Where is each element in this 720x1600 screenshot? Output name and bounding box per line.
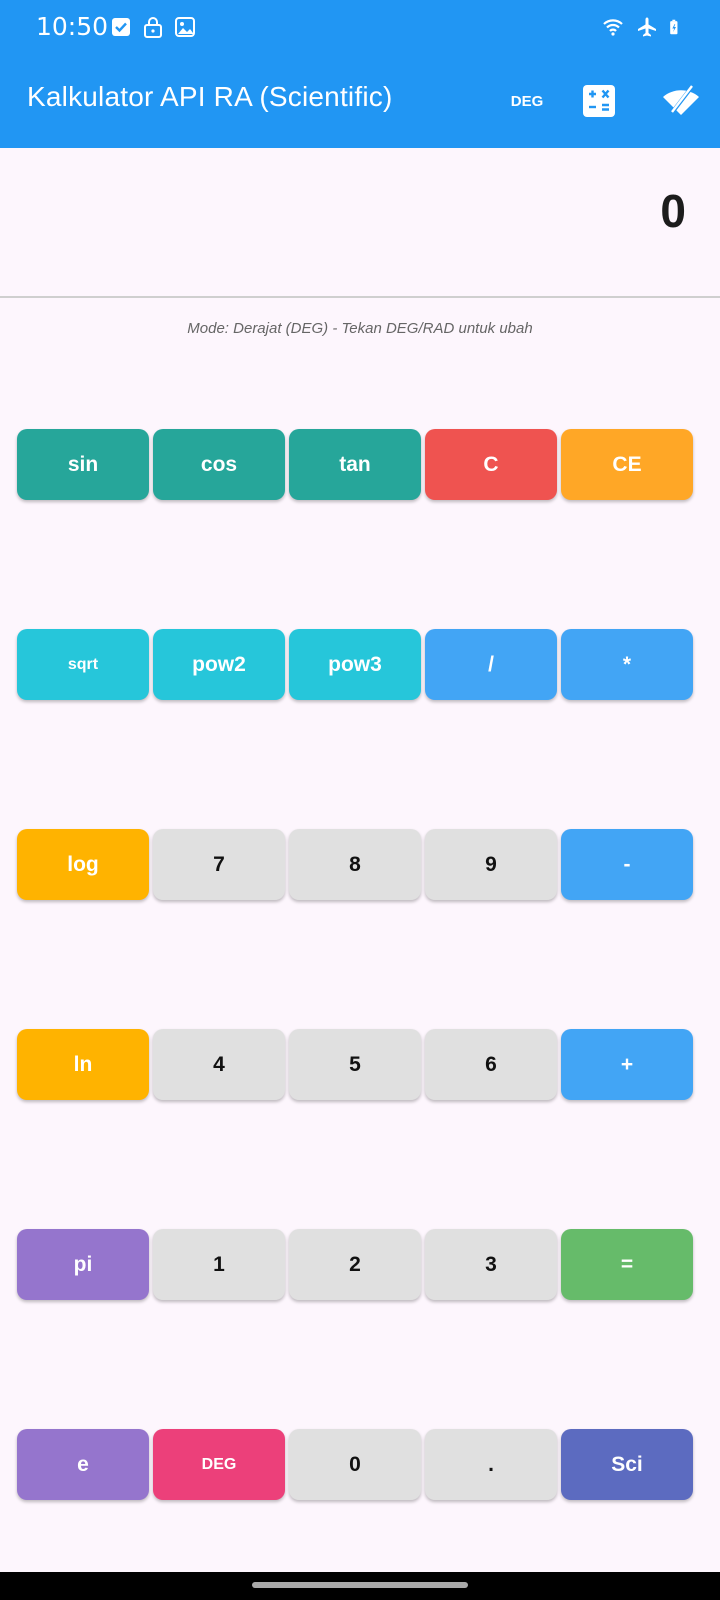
- add-button[interactable]: +: [561, 1029, 693, 1100]
- digit-3-button[interactable]: 3: [425, 1229, 557, 1300]
- digit-0-button[interactable]: 0: [289, 1429, 421, 1500]
- home-gesture-handle[interactable]: [252, 1582, 468, 1588]
- airplane-mode-icon: [638, 17, 656, 37]
- digit-6-button[interactable]: 6: [425, 1029, 557, 1100]
- key-row: pi 1 2 3 =: [17, 1195, 705, 1319]
- pow3-button[interactable]: pow3: [289, 629, 421, 700]
- battery-charging-icon: [670, 19, 678, 35]
- status-time: 10:50: [36, 12, 109, 41]
- tan-button[interactable]: tan: [289, 429, 421, 500]
- digit-5-button[interactable]: 5: [289, 1029, 421, 1100]
- digit-2-button[interactable]: 2: [289, 1229, 421, 1300]
- calculator-mode-button[interactable]: [576, 75, 622, 127]
- ln-button[interactable]: ln: [17, 1029, 149, 1100]
- deg-rad-action-button[interactable]: DEG: [502, 75, 552, 127]
- pi-button[interactable]: pi: [17, 1229, 149, 1300]
- decimal-button[interactable]: .: [425, 1429, 557, 1500]
- status-bar: 10:50: [0, 0, 720, 55]
- navigation-bar: [0, 1572, 720, 1600]
- key-row: sin cos tan C CE: [17, 395, 705, 519]
- pow2-button[interactable]: pow2: [153, 629, 285, 700]
- app-title: Kalkulator API RA (Scientific): [27, 81, 393, 112]
- calculator-icon: [583, 85, 615, 117]
- key-row: log 7 8 9-: [17, 795, 705, 919]
- sin-button[interactable]: sin: [17, 429, 149, 500]
- lock-icon: [144, 17, 162, 38]
- clear-entry-button[interactable]: CE: [561, 429, 693, 500]
- log-button[interactable]: log: [17, 829, 149, 900]
- digit-1-button[interactable]: 1: [153, 1229, 285, 1300]
- clear-button[interactable]: C: [425, 429, 557, 500]
- app-bar: Kalkulator API RA (Scientific) DEG: [0, 55, 720, 148]
- digit-8-button[interactable]: 8: [289, 829, 421, 900]
- divide-button[interactable]: /: [425, 629, 557, 700]
- checkbox-notification-icon: [112, 18, 130, 36]
- cos-button[interactable]: cos: [153, 429, 285, 500]
- multiply-button[interactable]: *: [561, 629, 693, 700]
- euler-button[interactable]: e: [17, 1429, 149, 1500]
- mode-hint-text: Mode: Derajat (DEG) - Tekan DEG/RAD untu…: [187, 320, 533, 337]
- digit-9-button[interactable]: 9: [425, 829, 557, 900]
- display-panel: 0: [0, 148, 720, 298]
- key-row: ln 4 5 6 +: [17, 995, 705, 1119]
- deg-rad-toggle-button[interactable]: DEG: [153, 1429, 285, 1500]
- key-row: sqrt pow2 pow3/*: [17, 595, 705, 719]
- digit-4-button[interactable]: 4: [153, 1029, 285, 1100]
- scientific-mode-button[interactable]: Sci: [561, 1429, 693, 1500]
- network-status-button[interactable]: [656, 75, 706, 127]
- image-notification-icon: [175, 17, 195, 37]
- subtract-button[interactable]: -: [561, 829, 693, 900]
- wifi-off-icon: [663, 85, 699, 116]
- display-value: 0: [660, 185, 686, 237]
- digit-7-button[interactable]: 7: [153, 829, 285, 900]
- wifi-status-icon: [603, 19, 623, 36]
- sqrt-button[interactable]: sqrt: [17, 629, 149, 700]
- key-row: e DEG 0. Sci: [17, 1395, 705, 1519]
- equals-button[interactable]: =: [561, 1229, 693, 1300]
